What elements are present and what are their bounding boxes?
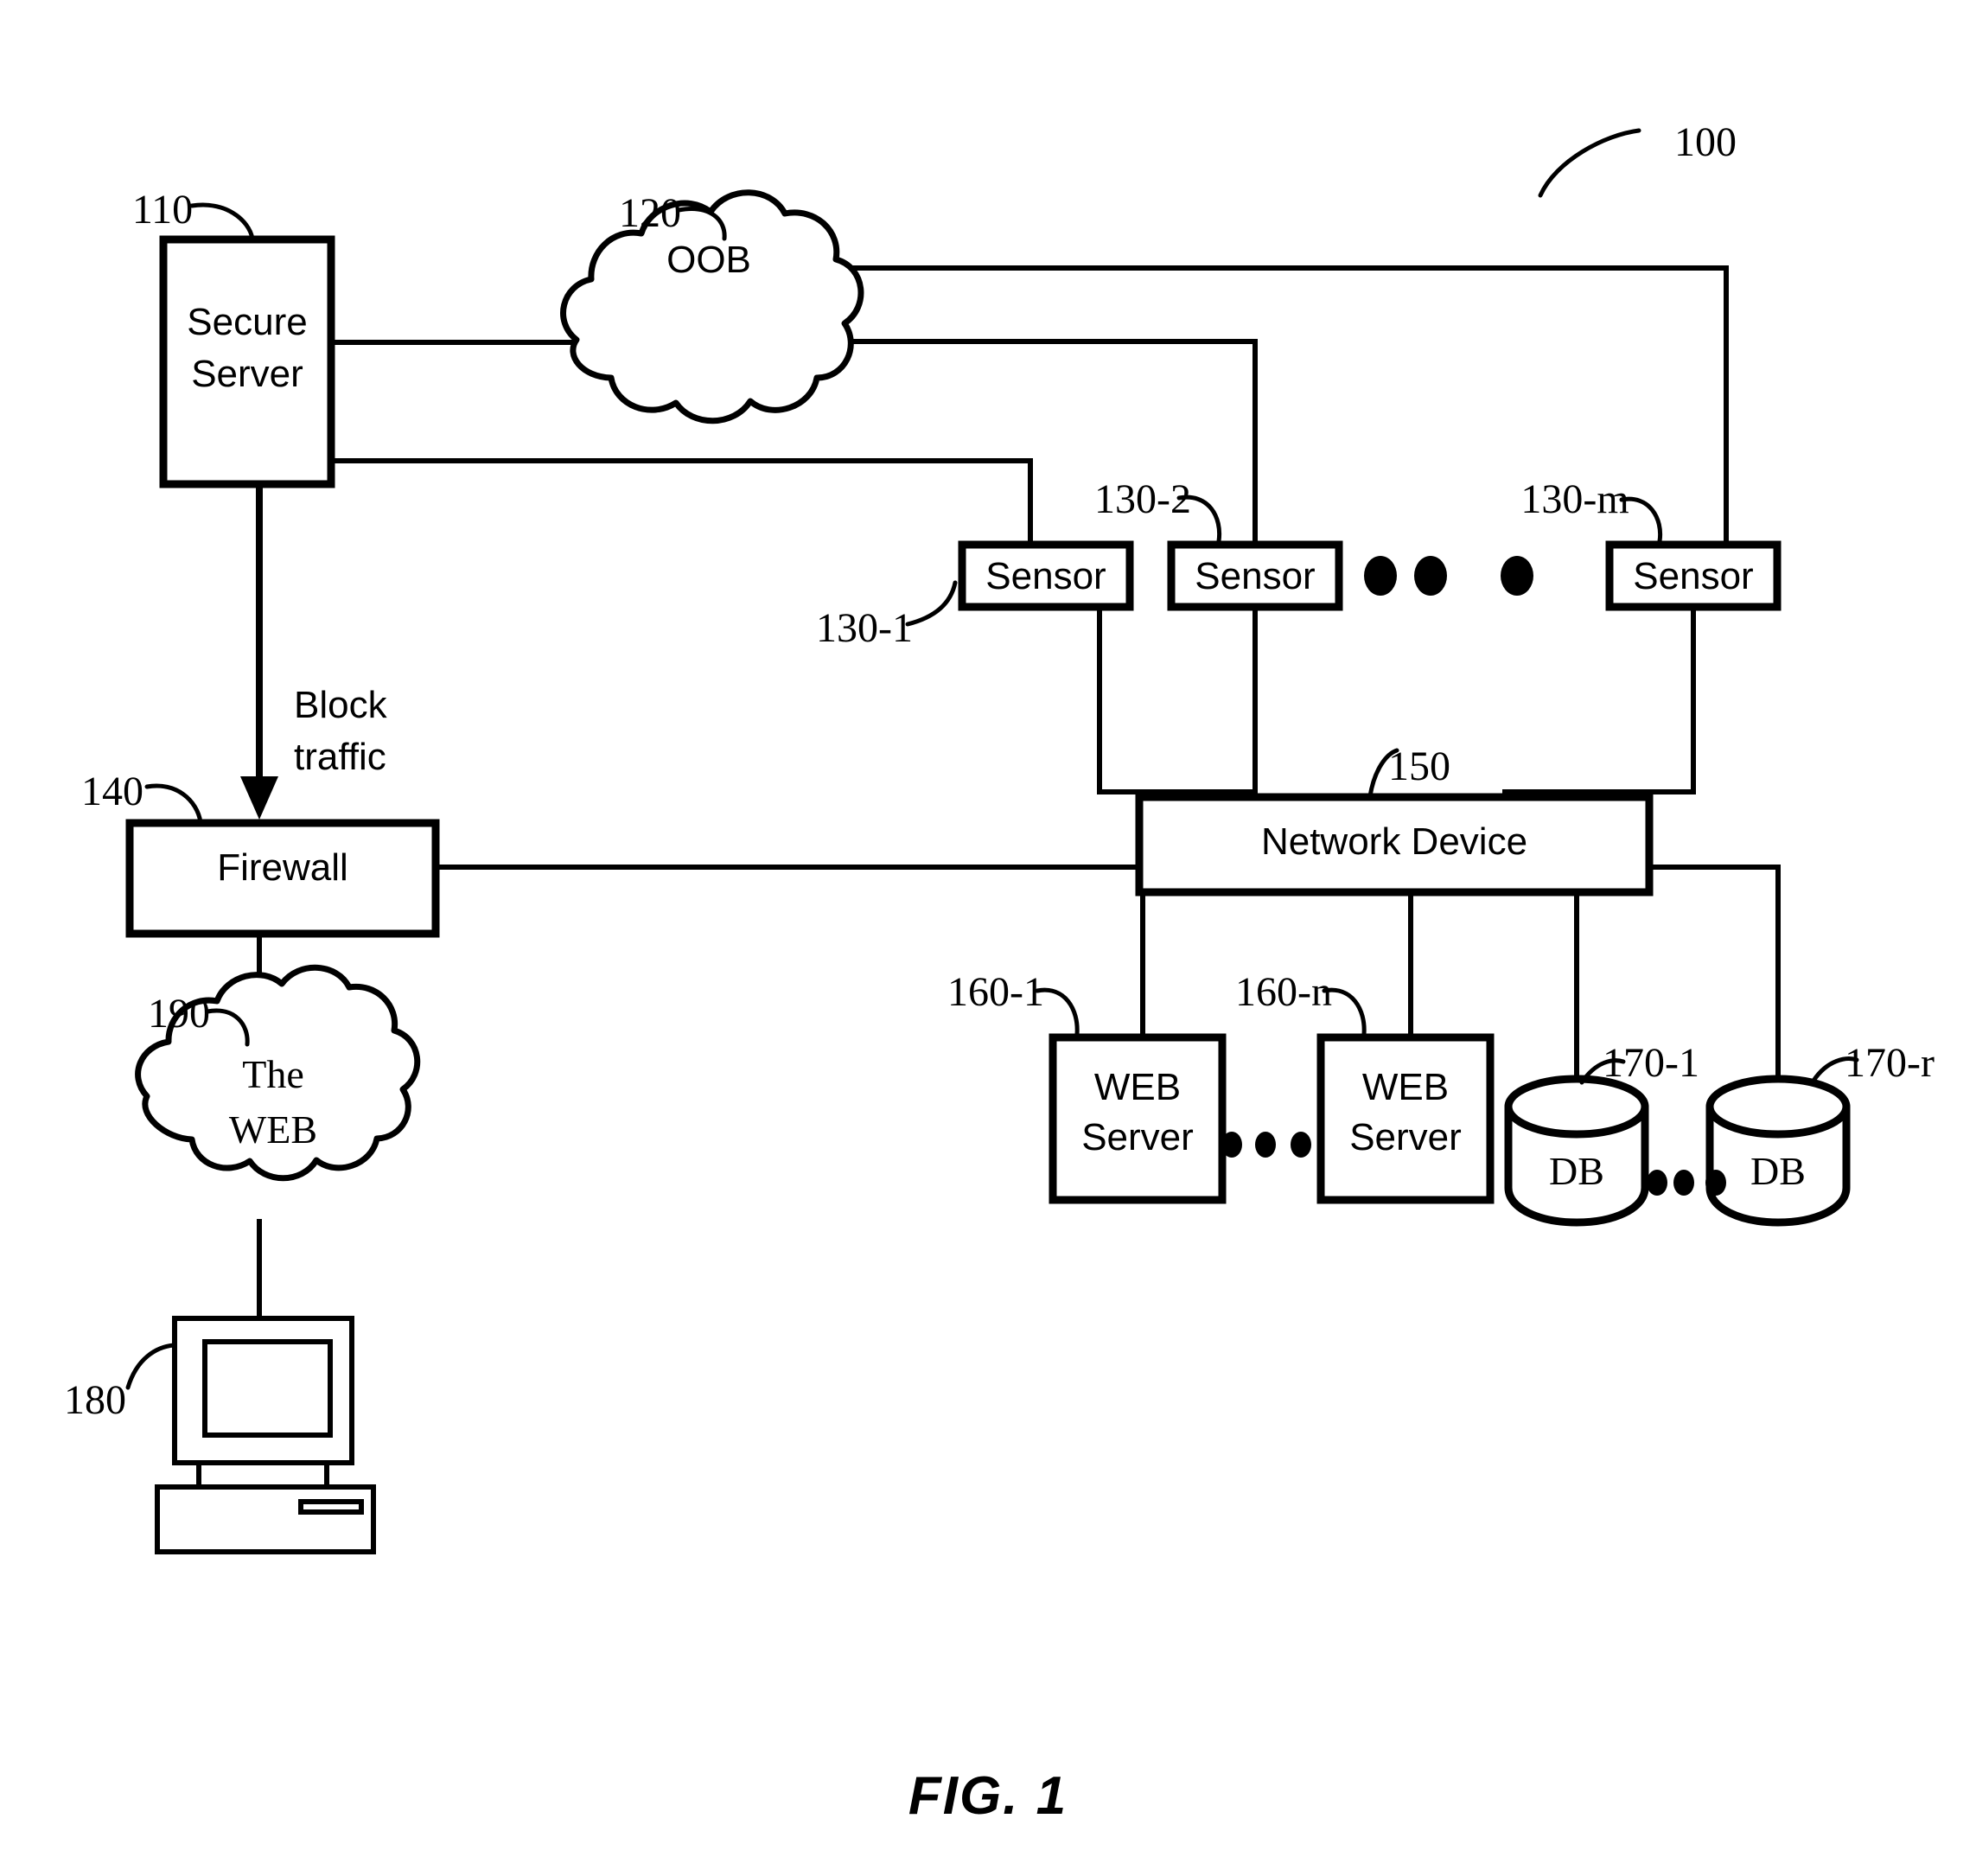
database-1-top: [1504, 1075, 1649, 1139]
ellipsis-dot: [1221, 1132, 1242, 1158]
ref-180: 180: [64, 1377, 126, 1423]
ref-160-1: 160-1: [947, 969, 1044, 1015]
network-device-ref: 150: [1367, 743, 1450, 799]
ellipsis-dot: [1364, 556, 1397, 596]
sensor-1-label: Sensor: [985, 555, 1106, 597]
leader-140: [144, 783, 203, 825]
web-server-n-label-line2: Server: [1349, 1116, 1462, 1158]
link-sensor1-networkdevice: [1097, 605, 1255, 794]
sensor-m-label: Sensor: [1633, 555, 1753, 597]
workstation-ref: 180: [64, 1343, 176, 1423]
database-r-node[interactable]: DB: [1705, 1075, 1851, 1227]
ellipsis-dot: [1647, 1170, 1667, 1196]
ellipsis-dot: [1673, 1170, 1694, 1196]
database-1-label: DB: [1549, 1149, 1604, 1193]
web-server-1-node[interactable]: WEB Server: [1049, 1033, 1227, 1204]
oob-cloud-shape[interactable]: [560, 189, 864, 424]
database-1-node[interactable]: DB: [1504, 1075, 1649, 1227]
web-server-n-node[interactable]: WEB Server: [1316, 1033, 1495, 1204]
secure-server-node[interactable]: Secure Server: [159, 235, 335, 488]
sensor-m-ref: 130-m: [1520, 476, 1663, 544]
block-traffic-annotation: Block traffic: [294, 684, 388, 778]
ref-140: 140: [81, 769, 143, 814]
link-oob-sensor-2: [832, 339, 1258, 548]
network-device-label: Network Device: [1261, 820, 1527, 863]
link-sensorm-networkdevice: [1502, 605, 1696, 794]
sensor-1-node[interactable]: Sensor: [958, 540, 1134, 611]
sensor-2-ref: 130-2: [1094, 476, 1222, 544]
firewall-ref: 140: [81, 769, 203, 825]
web-server-1-ref: 160-1: [947, 969, 1080, 1037]
secure-server-ref: 110: [132, 187, 255, 241]
ellipsis-dot: [1705, 1170, 1726, 1196]
ref-170-1: 170-1: [1603, 1040, 1699, 1086]
database-ellipsis: [1647, 1170, 1726, 1196]
link-secureserver-sensor-1: [331, 458, 1033, 548]
the-web-cloud-label-line2: WEB: [229, 1107, 317, 1152]
block-traffic-line2: traffic: [294, 736, 386, 778]
web-server-n-label-line1: WEB: [1362, 1066, 1449, 1108]
ellipsis-dot: [1414, 556, 1447, 596]
block-traffic-arrowhead: [240, 776, 278, 820]
firewall-label: Firewall: [217, 846, 348, 889]
ref-130-m: 130-m: [1520, 476, 1629, 522]
computer-base[interactable]: [155, 1484, 376, 1554]
block-traffic-line1: Block: [294, 684, 388, 726]
web-server-ellipsis: [1221, 1132, 1311, 1158]
ellipsis-dot: [1501, 556, 1533, 596]
sensor-1-ref: 130-1: [816, 580, 958, 651]
patent-figure: Secure Server 110 OOB 120 Sensor 130-1 S…: [0, 0, 1976, 1876]
ref-100: 100: [1674, 119, 1737, 165]
sensor-ellipsis: [1364, 556, 1533, 596]
ref-110: 110: [132, 187, 193, 233]
secure-server-label-line2: Server: [191, 353, 303, 395]
ref-130-1: 130-1: [816, 605, 913, 651]
oob-cloud-node[interactable]: OOB: [560, 189, 864, 424]
leader-180: [125, 1343, 176, 1390]
ref-120: 120: [619, 190, 681, 236]
workstation-node[interactable]: [155, 1316, 376, 1554]
monitor-stand: [196, 1463, 329, 1487]
the-web-cloud-label-line1: The: [242, 1052, 304, 1096]
monitor-screen: [202, 1339, 333, 1438]
database-r-top: [1705, 1075, 1851, 1139]
network-diagram-canvas: Secure Server 110 OOB 120 Sensor 130-1 S…: [64, 119, 1935, 1826]
leader-130-1: [905, 580, 958, 627]
system-ref: 100: [1538, 119, 1737, 198]
database-r-label: DB: [1750, 1149, 1806, 1193]
network-device-node[interactable]: Network Device: [1135, 793, 1654, 897]
leader-110: [189, 202, 255, 241]
leader-100: [1538, 128, 1641, 198]
web-server-n-ref: 160-n: [1235, 969, 1367, 1037]
sensor-m-node[interactable]: Sensor: [1605, 540, 1782, 611]
ref-190: 190: [148, 991, 210, 1037]
firewall-node[interactable]: Firewall: [125, 819, 440, 938]
oob-cloud-label: OOB: [666, 239, 751, 281]
sensor-2-node[interactable]: Sensor: [1167, 540, 1343, 611]
ref-160-n: 160-n: [1235, 969, 1332, 1015]
web-server-1-label-line2: Server: [1081, 1116, 1194, 1158]
ellipsis-dot: [1291, 1132, 1311, 1158]
ref-130-2: 130-2: [1094, 476, 1191, 522]
web-server-1-label-line1: WEB: [1094, 1066, 1181, 1108]
sensor-2-label: Sensor: [1195, 555, 1315, 597]
secure-server-label-line1: Secure: [187, 301, 307, 343]
drive-slot-icon: [298, 1499, 364, 1515]
ref-170-r: 170-r: [1845, 1040, 1935, 1086]
ellipsis-dot: [1255, 1132, 1276, 1158]
figure-caption: FIG. 1: [908, 1766, 1068, 1826]
database-r-ref: 170-r: [1811, 1040, 1935, 1086]
